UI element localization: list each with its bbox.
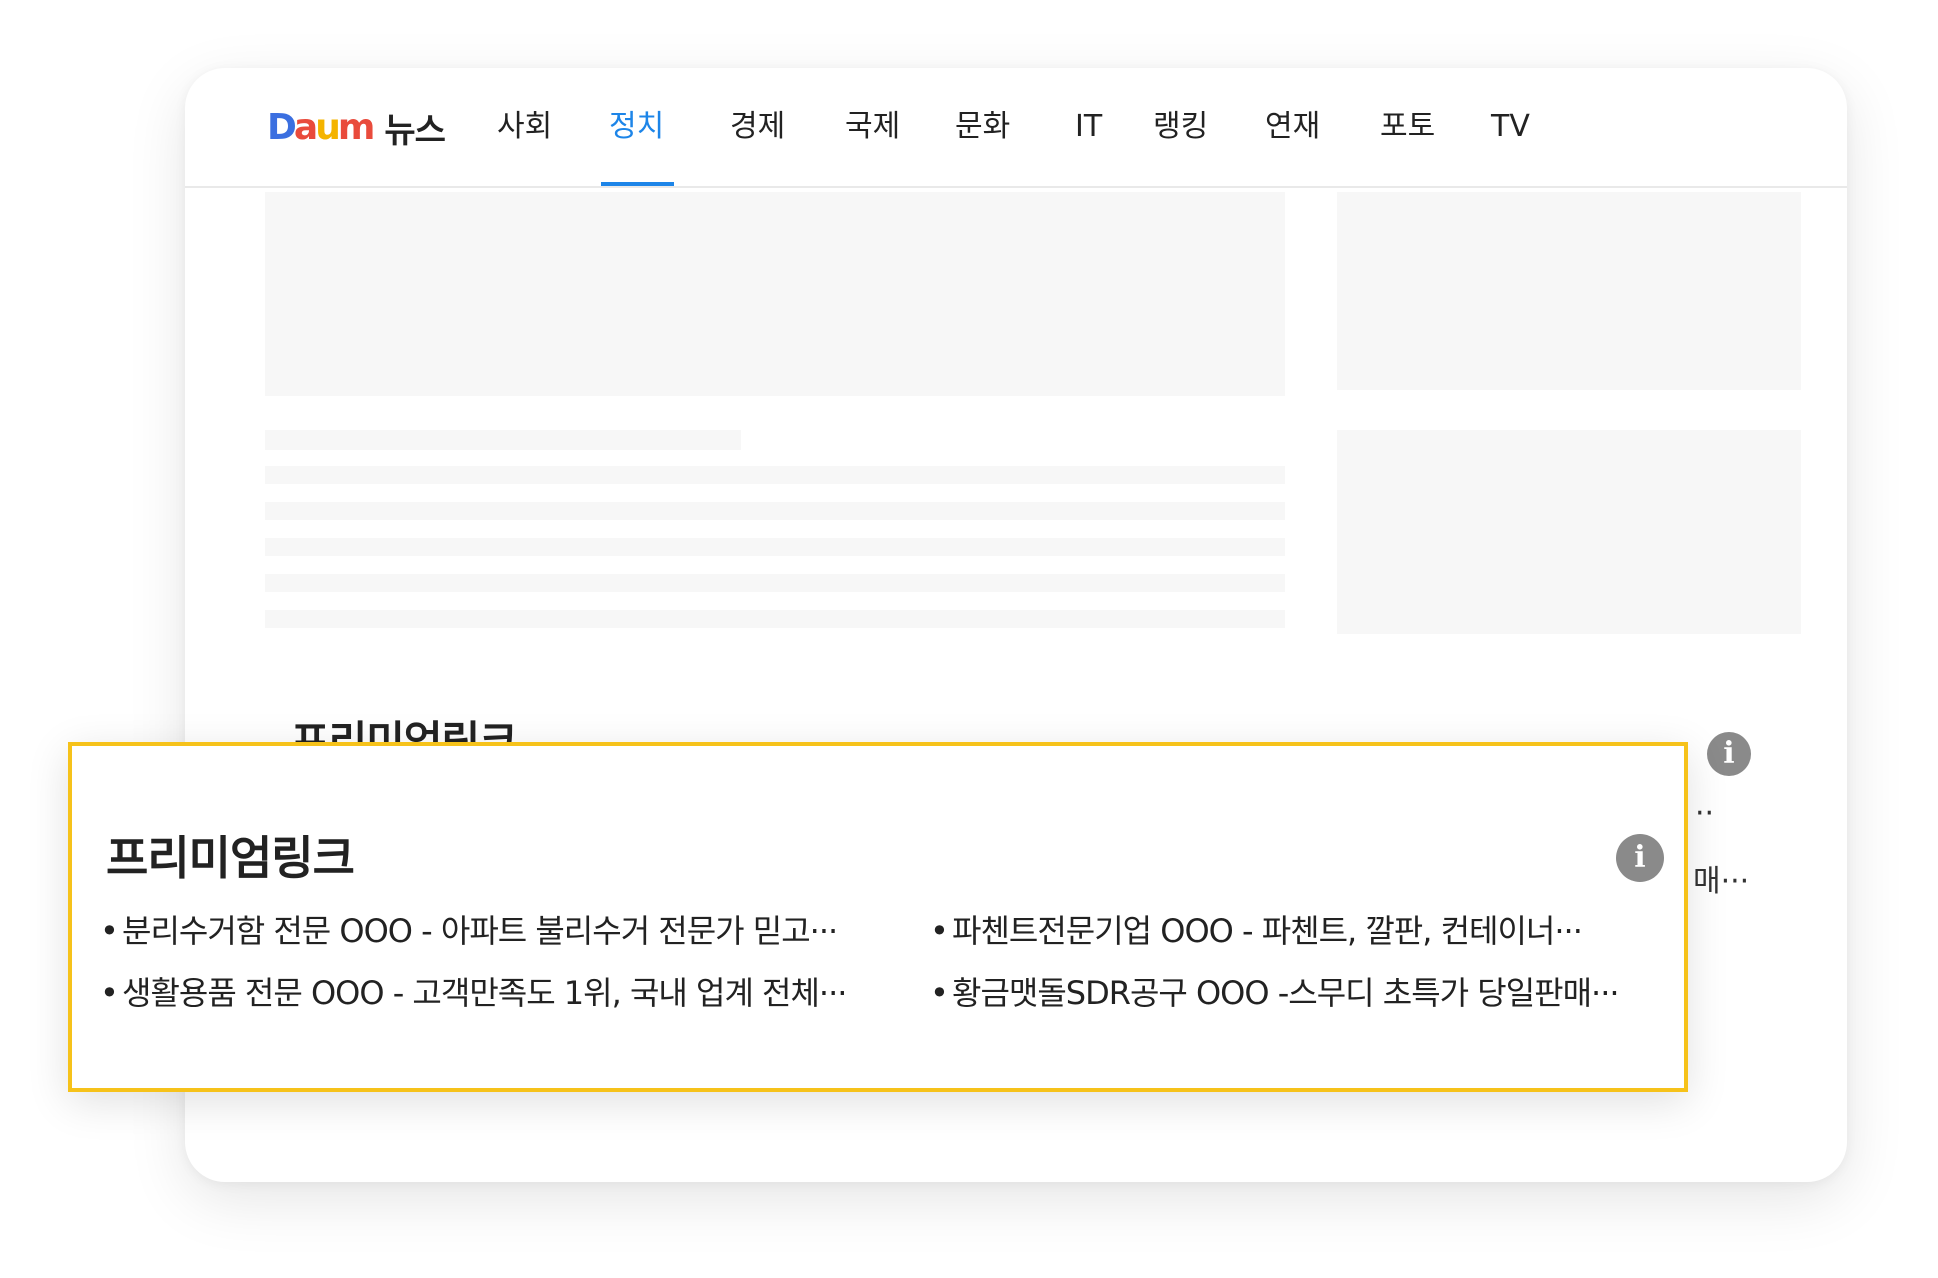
nav-tab-it[interactable]: IT	[1075, 100, 1102, 154]
nav-tab-politics[interactable]: 정치	[609, 100, 664, 154]
nav-tab-photo[interactable]: 포토	[1380, 100, 1435, 154]
info-icon[interactable]: i	[1707, 732, 1751, 776]
active-tab-indicator	[601, 182, 674, 186]
text-placeholder-line	[265, 574, 1285, 592]
nav-tab-tv[interactable]: TV	[1491, 100, 1530, 154]
premium-link-item[interactable]: • 황금맷돌SDR공구 OOO -스무디 초특가 당일판매···	[930, 968, 1620, 1014]
premium-link-text: 파첸트전문기업 OOO - 파첸트, 깔판, 컨테이너···	[952, 912, 1583, 950]
bullet: •	[930, 974, 949, 1012]
daum-news-logo[interactable]: D a u m 뉴스	[267, 102, 446, 152]
premium-link-title-behind: 프리미엄링크	[291, 717, 517, 742]
main-image-placeholder	[265, 192, 1285, 396]
premium-link-item[interactable]: • 생활용품 전문 OOO - 고객만족도 1위, 국내 업계 전체···	[100, 968, 847, 1014]
bullet: •	[100, 912, 119, 950]
top-navigation: D a u m 뉴스 사회 정치 경제 국제 문화 IT 랭킹 연재 포토 TV	[185, 68, 1847, 188]
bullet: •	[100, 974, 119, 1012]
logo-letter-d: D	[267, 106, 297, 148]
info-icon[interactable]: i	[1616, 834, 1664, 882]
nav-tab-series[interactable]: 연재	[1265, 100, 1320, 154]
text-placeholder-line	[265, 610, 1285, 628]
premium-link-text: 생활용품 전문 OOO - 고객만족도 1위, 국내 업계 전체···	[122, 974, 847, 1012]
premium-link-highlight-box: 프리미엄링크 i • 분리수거함 전문 OOO - 아파트 불리수거 전문가 믿고…	[68, 742, 1688, 1092]
text-placeholder-line	[265, 538, 1285, 556]
logo-letter-m: m	[337, 106, 375, 148]
logo-letter-a: a	[293, 106, 318, 148]
logo-service-name: 뉴스	[384, 110, 446, 151]
premium-link-peek-text: ··	[1695, 796, 1715, 831]
premium-link-item[interactable]: • 파첸트전문기업 OOO - 파첸트, 깔판, 컨테이너···	[930, 906, 1583, 952]
side-placeholder-top	[1337, 192, 1801, 390]
nav-tab-ranking[interactable]: 랭킹	[1153, 100, 1208, 154]
text-placeholder-line	[265, 430, 741, 450]
side-placeholder-bottom	[1337, 430, 1801, 634]
nav-tab-culture[interactable]: 문화	[955, 100, 1010, 154]
bullet: •	[930, 912, 949, 950]
logo-letter-u: u	[315, 106, 341, 148]
text-placeholder-line	[265, 466, 1285, 484]
premium-link-item[interactable]: • 분리수거함 전문 OOO - 아파트 불리수거 전문가 믿고···	[100, 906, 838, 952]
premium-link-text: 분리수거함 전문 OOO - 아파트 불리수거 전문가 믿고···	[122, 912, 838, 950]
premium-link-text: 황금맷돌SDR공구 OOO -스무디 초특가 당일판매···	[952, 974, 1620, 1012]
text-placeholder-line	[265, 502, 1285, 520]
nav-tab-economy[interactable]: 경제	[730, 100, 785, 154]
daum-logo-mark: D a u m	[267, 106, 375, 148]
nav-tab-international[interactable]: 국제	[845, 100, 900, 154]
nav-tab-society[interactable]: 사회	[497, 100, 552, 154]
premium-link-peek-text: 매···	[1693, 864, 1750, 899]
premium-link-title: 프리미엄링크	[106, 831, 355, 885]
